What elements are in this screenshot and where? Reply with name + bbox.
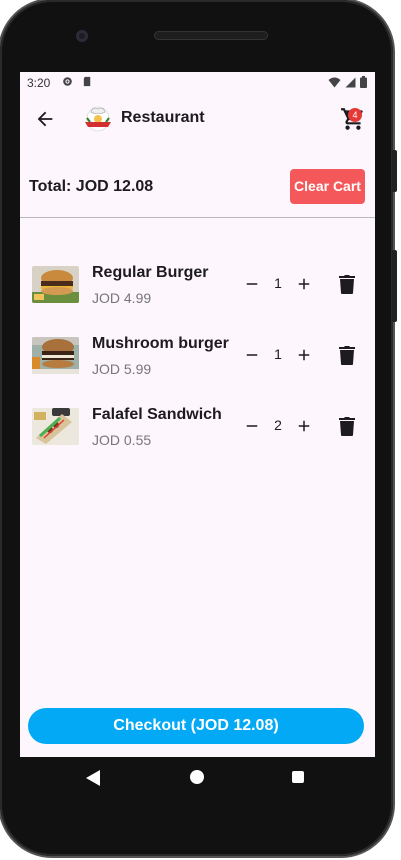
cart-item: Mushroom burger JOD 5.99 1: [20, 335, 375, 395]
item-name: Regular Burger: [92, 264, 209, 281]
regular-burger-image: [32, 266, 79, 303]
app-screen: 3:20 Restaurant 4 Total: JOD 12.08 Clear…: [20, 72, 375, 757]
item-price: JOD 4.99: [92, 290, 152, 306]
status-right-icons: [328, 76, 367, 88]
phone-frame: 3:20 Restaurant 4 Total: JOD 12.08 Clear…: [0, 0, 397, 856]
signal-icon: [345, 77, 356, 87]
item-quantity: 1: [274, 275, 282, 291]
app-bar: Restaurant: [20, 94, 375, 144]
cart-item: Regular Burger JOD 4.99 1: [20, 264, 375, 324]
item-quantity: 2: [274, 417, 282, 433]
cart-count-badge: 4: [348, 108, 362, 122]
power-button: [392, 150, 397, 192]
restaurant-logo: [85, 106, 111, 132]
nav-home-icon[interactable]: [190, 770, 204, 784]
sd-card-icon: [83, 76, 91, 87]
delete-icon[interactable]: [338, 415, 356, 437]
falafel-sandwich-image: [32, 408, 79, 445]
item-price: JOD 5.99: [92, 361, 152, 377]
minus-icon[interactable]: [243, 346, 261, 364]
delete-icon[interactable]: [338, 273, 356, 295]
cart-total: Total: JOD 12.08: [29, 178, 154, 195]
divider: [20, 217, 375, 218]
battery-icon: [360, 76, 367, 88]
status-time: 3:20: [27, 76, 51, 90]
nav-recents-icon[interactable]: [292, 771, 304, 783]
clear-cart-button[interactable]: Clear Cart: [290, 169, 365, 204]
plus-icon[interactable]: [295, 275, 313, 293]
nav-back-icon[interactable]: [86, 770, 100, 786]
volume-button: [392, 250, 397, 322]
item-name: Falafel Sandwich: [92, 406, 222, 423]
item-quantity: 1: [274, 346, 282, 362]
plus-icon[interactable]: [295, 346, 313, 364]
item-name: Mushroom burger: [92, 335, 229, 352]
minus-icon[interactable]: [243, 275, 261, 293]
settings-icon: [63, 77, 72, 86]
minus-icon[interactable]: [243, 417, 261, 435]
back-arrow-icon[interactable]: [34, 108, 56, 130]
checkout-button[interactable]: Checkout (JOD 12.08): [28, 708, 364, 744]
cart-item: Falafel Sandwich JOD 0.55 2: [20, 406, 375, 466]
delete-icon[interactable]: [338, 344, 356, 366]
item-price: JOD 0.55: [92, 432, 152, 448]
front-camera: [76, 30, 88, 42]
earpiece-speaker: [154, 31, 268, 40]
app-title: Restaurant: [121, 109, 205, 126]
system-nav-bar: [20, 757, 375, 799]
status-bar: 3:20: [20, 72, 375, 94]
wifi-icon: [328, 77, 341, 87]
mushroom-burger-image: [32, 337, 79, 374]
plus-icon[interactable]: [295, 417, 313, 435]
